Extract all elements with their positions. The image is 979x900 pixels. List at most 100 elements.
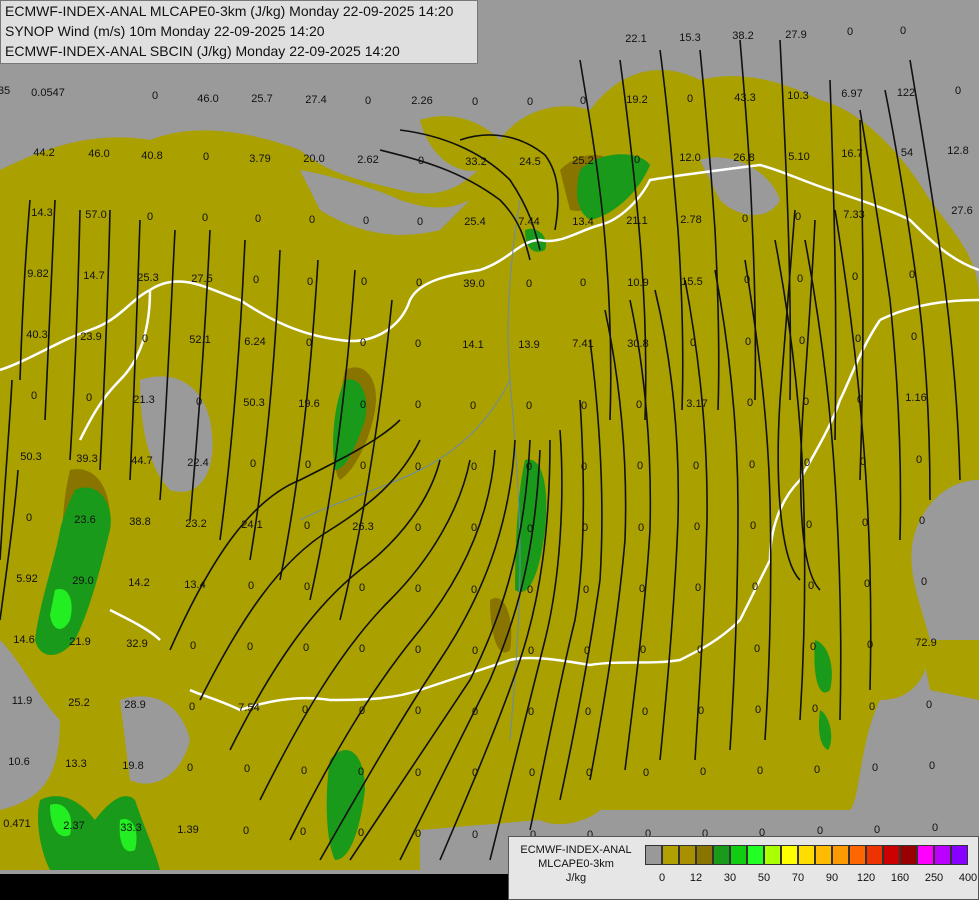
legend-title-param: MLCAPE0-3km <box>538 858 614 870</box>
legend-swatch <box>815 845 832 865</box>
station-value: 0 <box>359 705 365 717</box>
station-value: 0 <box>869 701 875 713</box>
station-value: 0 <box>86 392 92 404</box>
station-value: 122 <box>897 87 915 99</box>
station-value: 0 <box>526 461 532 473</box>
station-value: 0 <box>360 460 366 472</box>
station-value: 1.16 <box>905 392 926 404</box>
legend-swatch <box>934 845 951 865</box>
station-value: 0 <box>803 396 809 408</box>
station-value: 0 <box>304 581 310 593</box>
station-value: 9.82 <box>27 268 48 280</box>
station-value: 7.54 <box>238 702 259 714</box>
station-value: 0 <box>243 825 249 837</box>
station-value: 0 <box>415 705 421 717</box>
station-value: 50.3 <box>20 451 41 463</box>
station-value: 33.2 <box>465 156 486 168</box>
legend-swatch <box>645 845 662 865</box>
station-value: 0 <box>919 515 925 527</box>
station-value: 0 <box>855 333 861 345</box>
legend-tick-label: 30 <box>723 872 737 884</box>
station-value: 0 <box>244 763 250 775</box>
station-value: 0 <box>202 212 208 224</box>
station-value: 0 <box>527 584 533 596</box>
station-value: 0 <box>147 211 153 223</box>
station-value: 0 <box>471 461 477 473</box>
station-value: 15.3 <box>679 32 700 44</box>
station-value: 22.4 <box>187 457 208 469</box>
station-value: 0 <box>253 274 259 286</box>
station-value: 29.0 <box>72 575 93 587</box>
station-value: 23.2 <box>185 518 206 530</box>
station-value: 0 <box>247 641 253 653</box>
station-value: 0 <box>304 520 310 532</box>
station-value: 0 <box>582 522 588 534</box>
station-value: 7.41 <box>572 338 593 350</box>
station-value: 0 <box>852 271 858 283</box>
station-value: 19.6 <box>298 398 319 410</box>
station-value: 44.2 <box>33 147 54 159</box>
legend-swatch <box>696 845 713 865</box>
station-value: 0 <box>799 335 805 347</box>
station-value: 2.26 <box>411 95 432 107</box>
station-value: 0 <box>415 828 421 840</box>
station-value: 0 <box>932 822 938 834</box>
station-value: 54 <box>901 147 913 159</box>
station-value: 0 <box>196 396 202 408</box>
station-value: 21.9 <box>69 636 90 648</box>
station-value: 0 <box>586 767 592 779</box>
station-value: 19.2 <box>626 94 647 106</box>
legend-swatch <box>781 845 798 865</box>
station-value: 0 <box>862 517 868 529</box>
station-value: 0 <box>302 704 308 716</box>
station-value: 26.8 <box>733 152 754 164</box>
station-value: 0 <box>583 584 589 596</box>
legend-tick-label: 12 <box>689 872 703 884</box>
station-value: 57.0 <box>85 209 106 221</box>
station-value: 0 <box>742 213 748 225</box>
station-value: 0 <box>916 454 922 466</box>
legend-swatch <box>832 845 849 865</box>
station-value: 0 <box>528 706 534 718</box>
station-value: 0 <box>694 521 700 533</box>
legend-color-bar <box>645 845 968 865</box>
station-value: 0 <box>744 274 750 286</box>
station-value: 40.8 <box>141 150 162 162</box>
station-value: 40.3 <box>26 329 47 341</box>
station-value: 43.3 <box>734 92 755 104</box>
station-value: 0 <box>687 93 693 105</box>
station-value: 0 <box>814 764 820 776</box>
station-value: 13.4 <box>572 216 593 228</box>
station-value: 0 <box>470 400 476 412</box>
station-value: 0 <box>361 276 367 288</box>
station-value: 6.97 <box>841 88 862 100</box>
station-value: 24.5 <box>519 156 540 168</box>
station-value: 0 <box>360 337 366 349</box>
station-value: 3.79 <box>249 153 270 165</box>
station-value: 39.0 <box>463 278 484 290</box>
legend-tick-label: 90 <box>825 872 839 884</box>
station-value: 0 <box>203 151 209 163</box>
station-value: 0 <box>637 460 643 472</box>
station-value: 0 <box>700 766 706 778</box>
legend-swatch <box>730 845 747 865</box>
station-value: 0 <box>585 706 591 718</box>
station-value: 30.8 <box>627 338 648 350</box>
station-value: 0 <box>26 512 32 524</box>
station-value: 2.62 <box>357 154 378 166</box>
station-value: 0 <box>926 699 932 711</box>
station-value: 0 <box>305 459 311 471</box>
station-value: 0 <box>584 645 590 657</box>
station-value: 23.6 <box>74 514 95 526</box>
station-value: 0 <box>359 643 365 655</box>
station-value: 6.24 <box>244 336 265 348</box>
station-value: 0 <box>749 459 755 471</box>
station-value: 0 <box>528 645 534 657</box>
station-value: 0 <box>255 213 261 225</box>
station-value: 0 <box>31 390 37 402</box>
station-value: 0 <box>303 642 309 654</box>
station-value: 28.9 <box>124 699 145 711</box>
station-value: 0 <box>418 155 424 167</box>
station-value: 0 <box>747 397 753 409</box>
station-value: 21.1 <box>626 215 647 227</box>
